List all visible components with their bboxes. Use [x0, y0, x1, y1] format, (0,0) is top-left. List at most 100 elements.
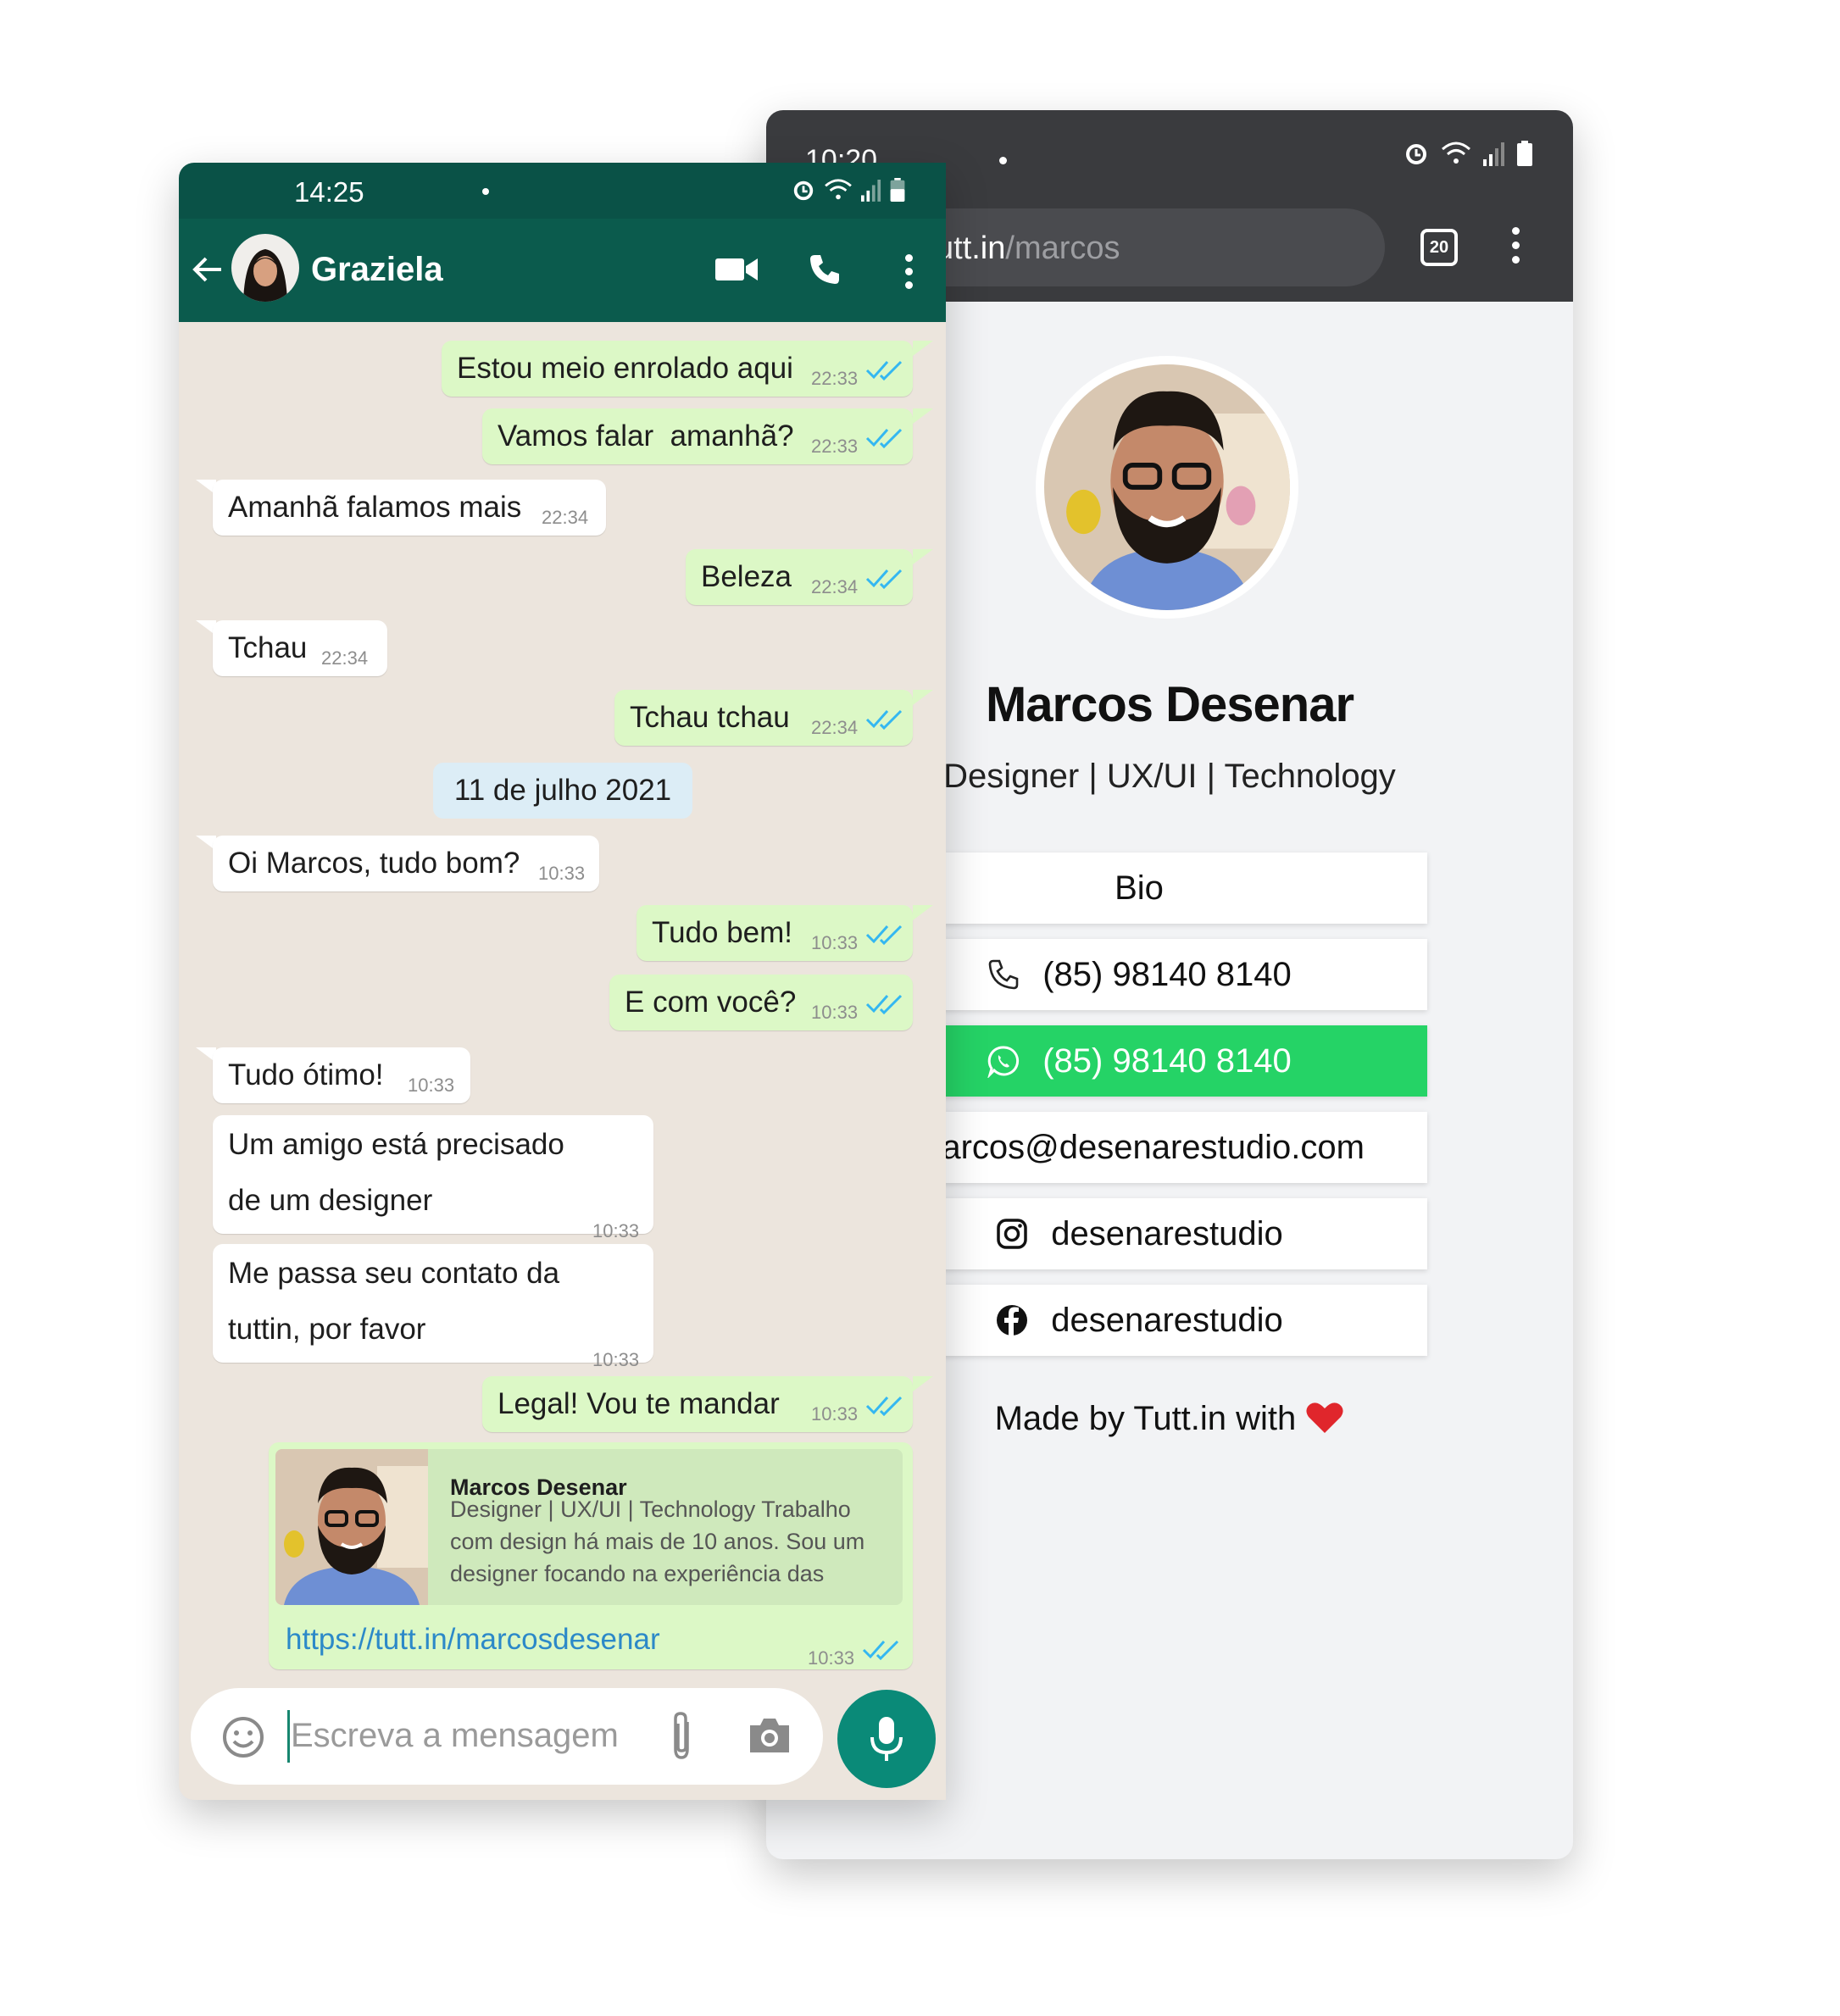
contact-name[interactable]: Graziela — [311, 251, 443, 289]
message-time: 10:33 — [538, 863, 586, 884]
message-time: 22:34 — [542, 507, 589, 528]
phone-call-icon[interactable] — [808, 253, 842, 286]
message-time: 10:33 — [811, 1002, 859, 1023]
alarm-icon — [1406, 144, 1426, 164]
message-time: 22:33 — [811, 368, 859, 389]
link-preview-message[interactable]: Marcos Desenar Designer | UX/UI | Techno… — [269, 1442, 913, 1669]
video-call-icon[interactable] — [715, 256, 758, 283]
message-incoming[interactable]: Oi Marcos, tudo bom? 10:33 — [213, 836, 599, 891]
read-ticks-icon — [865, 360, 903, 381]
whatsapp-phone: 14:25 Graziela Estou meio enrolado aqui … — [179, 163, 946, 1800]
message-time: 22:34 — [811, 576, 859, 597]
message-incoming[interactable]: Tudo ótimo! 10:33 — [213, 1047, 470, 1103]
message-text: Tchau — [228, 631, 308, 664]
message-outgoing[interactable]: Beleza 22:34 — [686, 549, 913, 605]
message-text: Estou meio enrolado aqui — [457, 352, 793, 385]
message-text: Vamos falar amanhã? — [498, 419, 794, 453]
message-incoming[interactable]: Amanhã falamos mais 22:34 — [213, 480, 606, 536]
whatsapp-icon — [987, 1046, 1020, 1078]
status-time: 14:25 — [294, 176, 364, 208]
phone-icon — [988, 959, 1019, 990]
tab-switcher-button[interactable]: 20 — [1420, 229, 1458, 266]
message-text: Oi Marcos, tudo bom? — [228, 847, 520, 880]
system-icons — [1404, 141, 1532, 166]
link-label: (85) 98140 8140 — [1042, 1041, 1292, 1080]
message-outgoing[interactable]: Vamos falar amanhã? 22:33 — [482, 408, 913, 464]
emoji-icon[interactable] — [221, 1715, 265, 1759]
link-label: desenarestudio — [1051, 1301, 1283, 1339]
whatsapp-status-bar: 14:25 — [179, 163, 946, 219]
camera-icon[interactable] — [747, 1715, 792, 1756]
message-input[interactable]: Escreva a mensagem — [291, 1717, 619, 1755]
read-ticks-icon — [865, 925, 903, 946]
read-ticks-icon — [862, 1640, 899, 1661]
message-time: 10:33 — [811, 932, 859, 953]
message-incoming[interactable]: Um amigo está precisado de um designer 1… — [213, 1115, 653, 1241]
message-outgoing[interactable]: Estou meio enrolado aqui 22:33 — [442, 341, 913, 397]
link-label: (85) 98140 8140 — [1042, 955, 1292, 993]
microphone-icon — [870, 1717, 903, 1761]
footer-text: Made by Tutt.in with — [994, 1400, 1297, 1437]
message-text: E com você? — [625, 986, 797, 1019]
message-text: Beleza — [701, 560, 792, 593]
message-incoming[interactable]: Tchau 22:34 — [213, 620, 387, 676]
chat-menu-button[interactable] — [905, 254, 914, 295]
link-label: Bio — [1115, 869, 1164, 907]
alarm-icon — [793, 180, 814, 201]
url-text: utt.in/marcos — [936, 230, 1120, 266]
read-ticks-icon — [865, 1396, 903, 1417]
wifi-icon — [1442, 142, 1470, 164]
link-preview-image — [275, 1449, 428, 1605]
message-text: Tudo bem! — [652, 916, 793, 949]
facebook-icon — [997, 1305, 1028, 1336]
profile-avatar — [1036, 356, 1298, 619]
system-icons — [792, 178, 905, 202]
read-ticks-icon — [865, 428, 903, 449]
read-ticks-icon — [865, 709, 903, 730]
date-divider: 11 de julho 2021 — [433, 763, 692, 819]
notification-dot — [999, 157, 1007, 164]
read-ticks-icon — [865, 994, 903, 1015]
instagram-icon — [997, 1219, 1027, 1249]
message-text: Um amigo está precisado — [228, 1128, 564, 1161]
browser-menu-button[interactable] — [1512, 227, 1520, 266]
attach-icon[interactable] — [667, 1710, 696, 1763]
signal-icon — [1483, 142, 1504, 166]
battery-icon — [890, 178, 905, 202]
read-ticks-icon — [865, 569, 903, 590]
message-outgoing[interactable]: Legal! Vou te mandar 10:33 — [482, 1376, 913, 1432]
message-text: de um designer — [228, 1184, 433, 1217]
contact-avatar[interactable] — [231, 234, 299, 302]
notification-dot — [482, 188, 489, 195]
battery-icon — [1517, 141, 1532, 166]
link-preview-card[interactable]: Marcos Desenar Designer | UX/UI | Techno… — [275, 1449, 903, 1605]
link-url[interactable]: https://tutt.in/marcosdesenar — [286, 1612, 660, 1668]
message-time: 10:33 — [408, 1075, 455, 1096]
voice-record-button[interactable] — [837, 1690, 936, 1788]
message-text: Tudo ótimo! — [228, 1058, 384, 1091]
link-preview-description: Designer | UX/UI | Technology Trabalho c… — [450, 1497, 865, 1586]
message-text: tuttin, por favor — [228, 1313, 426, 1346]
wifi-icon — [825, 179, 852, 200]
message-outgoing[interactable]: Tudo bem! 10:33 — [636, 905, 913, 961]
link-label: desenarestudio — [1051, 1214, 1283, 1252]
text-cursor — [287, 1710, 290, 1763]
chat-header: Graziela — [179, 219, 946, 322]
message-outgoing[interactable]: E com você? 10:33 — [609, 975, 913, 1030]
message-time: 10:33 — [811, 1403, 859, 1425]
message-input-bar[interactable]: Escreva a mensagem — [191, 1688, 823, 1785]
message-text: Legal! Vou te mandar — [498, 1387, 780, 1420]
message-incoming[interactable]: Me passa seu contato da tuttin, por favo… — [213, 1244, 653, 1370]
signal-icon — [861, 180, 881, 202]
heart-icon — [1306, 1402, 1343, 1433]
message-time: 22:34 — [811, 717, 859, 738]
message-outgoing[interactable]: Tchau tchau 22:34 — [614, 690, 913, 746]
chat-area[interactable]: Estou meio enrolado aqui 22:33 Vamos fal… — [179, 322, 946, 1800]
link-label: marcos@desenarestudio.com — [914, 1128, 1365, 1166]
message-time: 10:33 — [808, 1647, 855, 1669]
message-text: Amanhã falamos mais — [228, 491, 522, 524]
message-time: 22:34 — [321, 647, 369, 669]
message-text: Me passa seu contato da — [228, 1257, 560, 1290]
message-text: Tchau tchau — [630, 701, 790, 734]
back-arrow-icon[interactable] — [191, 253, 225, 286]
